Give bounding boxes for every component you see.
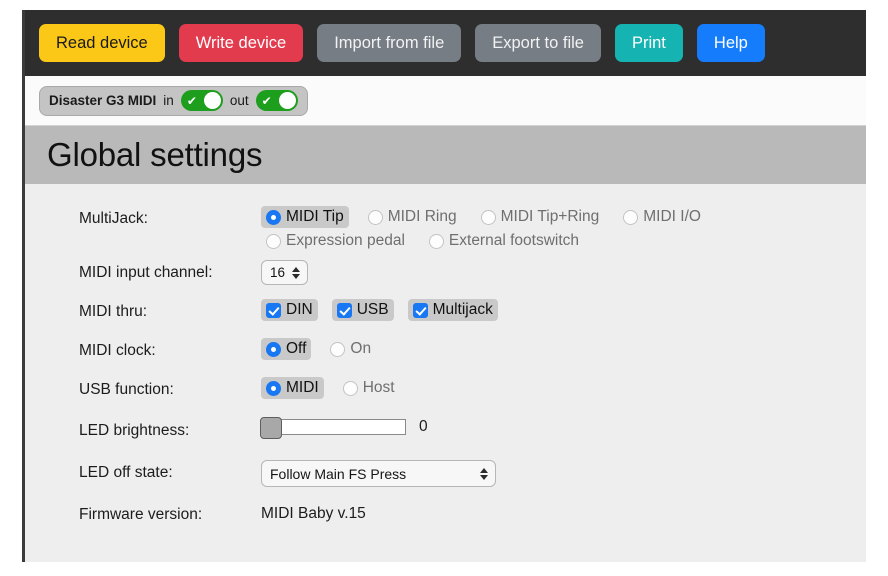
device-name: Disaster G3 MIDI — [49, 93, 157, 108]
app-window: Read device Write device Import from fil… — [22, 10, 866, 562]
export-to-file-button[interactable]: Export to file — [475, 24, 601, 62]
option-label: MIDI Tip+Ring — [500, 208, 600, 225]
radio-icon — [330, 341, 346, 357]
select-value: Follow Main FS Press — [270, 465, 407, 482]
radio-expression-pedal[interactable]: Expression pedal — [261, 230, 410, 252]
write-device-button[interactable]: Write device — [178, 24, 304, 62]
firmware-version-field: MIDI Baby v.15 — [261, 502, 866, 523]
led-off-state-field: Follow Main FS Press — [261, 460, 866, 487]
settings-panel: MultiJack: MIDI Tip MIDI Ring MIDI Tip+R… — [25, 184, 866, 562]
radio-icon — [266, 209, 281, 225]
radio-icon — [428, 233, 444, 249]
radio-midi-tip[interactable]: MIDI Tip — [261, 206, 349, 228]
toggle-knob — [278, 92, 296, 109]
row-led-off-state: LED off state: Follow Main FS Press — [25, 460, 866, 492]
led-brightness-value: 0 — [419, 418, 428, 435]
toggle-knob — [203, 92, 221, 109]
row-multijack: MultiJack: MIDI Tip MIDI Ring MIDI Tip+R… — [25, 206, 866, 252]
multijack-label: MultiJack: — [79, 210, 148, 227]
device-chip: Disaster G3 MIDI in ✔ out ✔ — [39, 85, 308, 116]
radio-midi-io[interactable]: MIDI I/O — [618, 206, 706, 228]
led-off-state-select[interactable]: Follow Main FS Press — [261, 460, 496, 487]
led-off-state-label: LED off state: — [79, 464, 173, 481]
led-brightness-field: 0 — [260, 417, 866, 439]
main-toolbar: Read device Write device Import from fil… — [25, 10, 866, 76]
radio-clock-on[interactable]: On — [325, 338, 376, 360]
option-label: External footswitch — [448, 232, 580, 249]
row-midi-thru: MIDI thru: DIN USB Multijack — [25, 299, 866, 331]
row-firmware-version: Firmware version: MIDI Baby v.15 — [25, 502, 866, 534]
firmware-version-value: MIDI Baby v.15 — [261, 505, 366, 522]
option-label: MIDI Ring — [387, 208, 457, 225]
slider-thumb[interactable] — [260, 417, 282, 439]
print-button[interactable]: Print — [614, 24, 683, 62]
radio-external-footswitch[interactable]: External footswitch — [424, 230, 584, 252]
checkbox-multijack[interactable]: Multijack — [407, 299, 498, 321]
row-usb-function: USB function: MIDI Host — [25, 377, 866, 409]
section-header: Global settings — [25, 126, 866, 184]
midi-in-toggle[interactable]: ✔ — [180, 90, 223, 111]
radio-icon — [480, 209, 496, 225]
row-midi-clock: MIDI clock: Off On — [25, 338, 866, 370]
select-value: 16 — [270, 265, 286, 280]
led-brightness-slider[interactable] — [260, 417, 406, 439]
option-label: USB — [356, 301, 389, 318]
radio-icon — [342, 380, 358, 396]
checkbox-usb[interactable]: USB — [331, 299, 394, 321]
midi-out-label: out — [229, 93, 249, 108]
checkbox-icon — [412, 302, 428, 318]
radio-icon — [623, 209, 639, 225]
radio-usb-host[interactable]: Host — [338, 377, 400, 399]
option-label: On — [350, 340, 372, 357]
midi-input-channel-label: MIDI input channel: — [79, 264, 213, 281]
option-label: DIN — [286, 301, 313, 318]
import-from-file-button[interactable]: Import from file — [317, 24, 462, 62]
midi-clock-options: Off On — [261, 338, 866, 360]
help-button[interactable]: Help — [696, 24, 765, 62]
row-midi-input-channel: MIDI input channel: 16 — [25, 260, 866, 292]
radio-clock-off[interactable]: Off — [261, 338, 312, 360]
page-title: Global settings — [47, 136, 263, 173]
midi-input-channel-field: 16 — [261, 260, 866, 285]
option-label: Expression pedal — [286, 232, 405, 249]
multijack-options: MIDI Tip MIDI Ring MIDI Tip+Ring MIDI I/… — [261, 206, 866, 252]
radio-icon — [266, 233, 281, 249]
checkbox-icon — [266, 302, 281, 318]
usb-function-label: USB function: — [79, 381, 174, 398]
chevron-updown-icon — [292, 266, 301, 279]
firmware-version-label: Firmware version: — [79, 506, 203, 523]
check-icon: ✔ — [186, 93, 197, 108]
option-label: Off — [286, 340, 307, 357]
option-label: Multijack — [432, 301, 493, 318]
led-brightness-label: LED brightness: — [79, 422, 190, 439]
option-label: MIDI — [286, 379, 319, 396]
midi-thru-options: DIN USB Multijack — [261, 299, 866, 321]
read-device-button[interactable]: Read device — [39, 24, 165, 62]
device-bar: Disaster G3 MIDI in ✔ out ✔ — [25, 76, 866, 126]
midi-thru-label: MIDI thru: — [79, 303, 148, 320]
check-icon: ✔ — [261, 93, 272, 108]
row-led-brightness: LED brightness: 0 — [25, 417, 866, 450]
midi-out-toggle[interactable]: ✔ — [255, 90, 298, 111]
usb-function-options: MIDI Host — [261, 377, 866, 399]
option-label: MIDI I/O — [643, 208, 701, 225]
radio-midi-ring[interactable]: MIDI Ring — [363, 206, 462, 228]
radio-icon — [266, 380, 281, 396]
midi-input-channel-select[interactable]: 16 — [261, 260, 309, 285]
radio-icon — [266, 341, 281, 357]
checkbox-icon — [336, 302, 352, 318]
radio-icon — [367, 209, 383, 225]
option-label: MIDI Tip — [286, 208, 344, 225]
midi-clock-label: MIDI clock: — [79, 342, 156, 359]
checkbox-din[interactable]: DIN — [261, 299, 318, 321]
radio-midi-tip-ring[interactable]: MIDI Tip+Ring — [476, 206, 605, 228]
radio-usb-midi[interactable]: MIDI — [261, 377, 324, 399]
option-label: Host — [362, 379, 395, 396]
chevron-updown-icon — [480, 467, 488, 480]
midi-in-label: in — [163, 93, 174, 108]
